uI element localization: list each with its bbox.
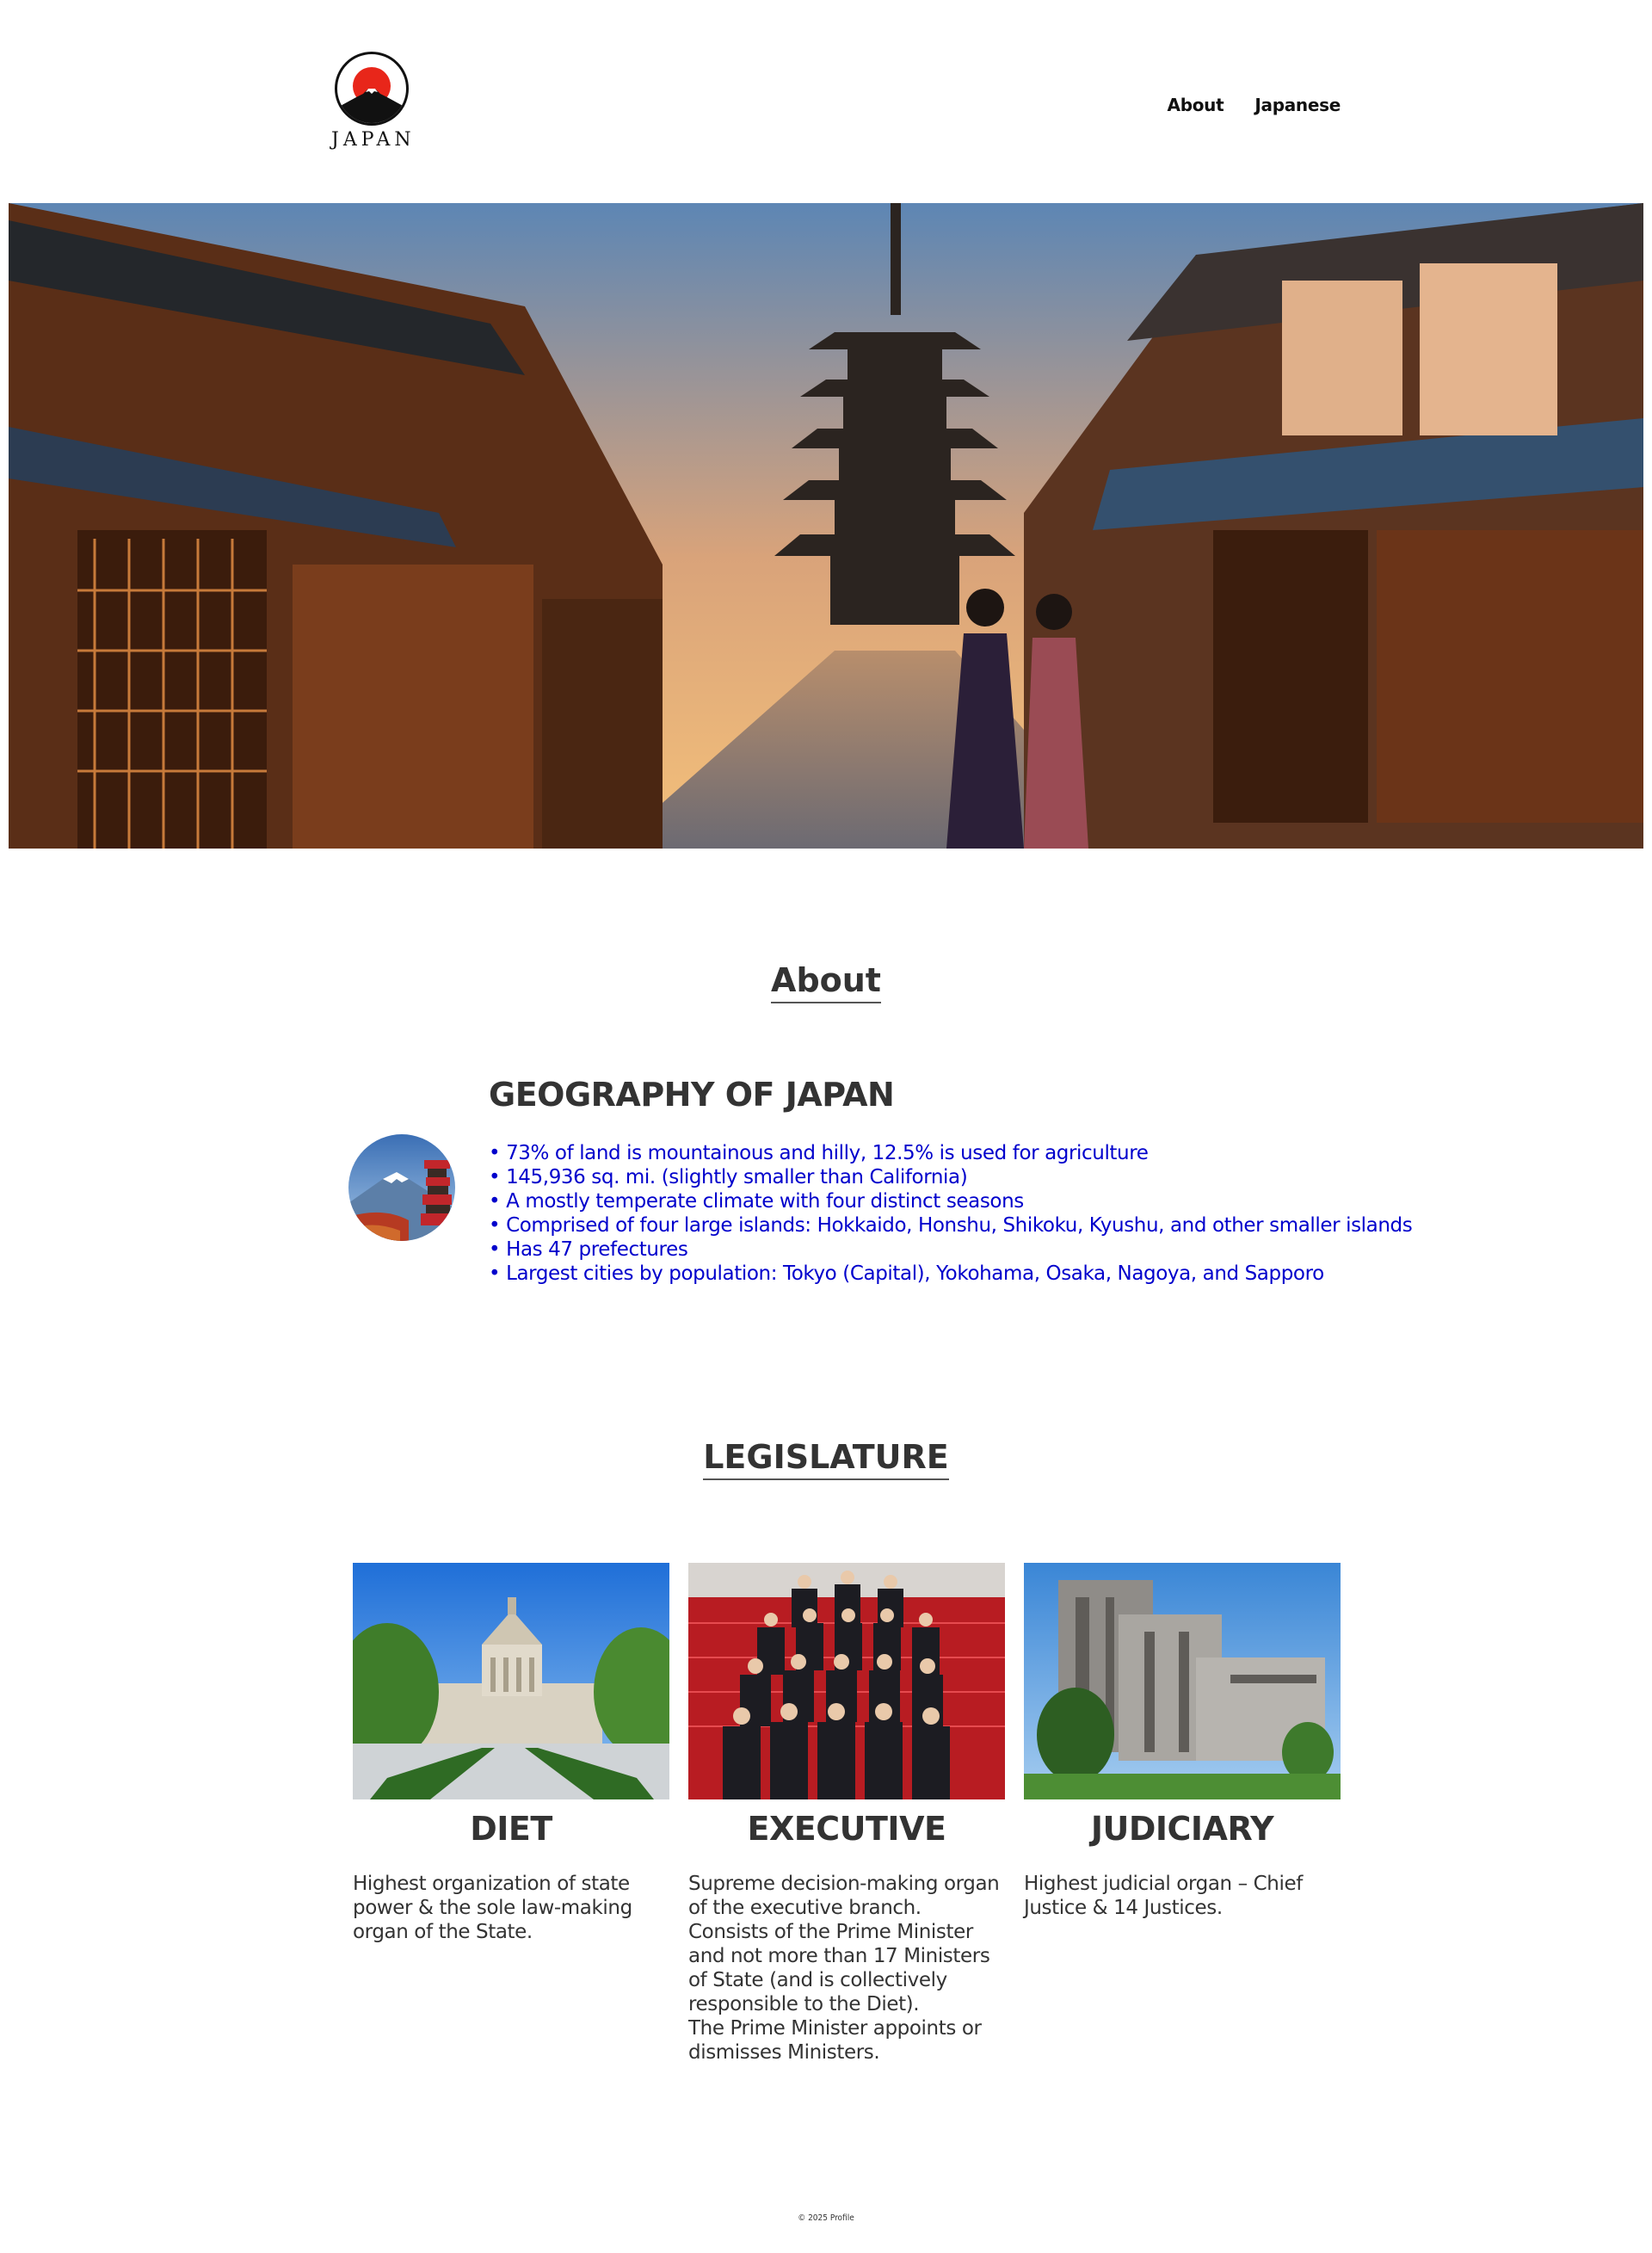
list-item: • Comprised of four large islands: Hokka… <box>489 1214 1413 1237</box>
logo-wordmark: JAPAN <box>331 129 416 151</box>
geography-facts-list: • 73% of land is mountainous and hilly, … <box>489 1141 1413 1286</box>
about-heading: About <box>771 961 881 1003</box>
main-nav: About Japanese <box>1168 95 1341 115</box>
diet-line: Highest organization of state power & th… <box>353 1873 632 1943</box>
site-header: JAPAN About Japanese <box>0 0 1652 203</box>
site-footer: © 2025 Profile <box>0 2213 1652 2223</box>
executive-line: Consists of the Prime Minister and not m… <box>688 1921 990 2015</box>
judiciary-description: Highest judicial organ – Chief Justice &… <box>1024 1872 1341 1920</box>
executive-title: EXECUTIVE <box>747 1810 946 1848</box>
diet-description: Highest organization of state power & th… <box>353 1872 669 1944</box>
supreme-court-building-photo <box>1024 1563 1341 1799</box>
diet-title: DIET <box>470 1810 552 1848</box>
nav-link-japanese[interactable]: Japanese <box>1254 95 1341 115</box>
executive-line: The Prime Minister appoints or dismisses… <box>688 2017 982 2064</box>
list-item: • 73% of land is mountainous and hilly, … <box>489 1142 1149 1164</box>
hero-image <box>9 203 1643 849</box>
diet-card: DIET Highest organization of state power… <box>353 1563 669 1944</box>
copyright-text: © 2025 Profile <box>798 2213 854 2223</box>
about-section-title: About <box>0 961 1652 1003</box>
judiciary-card: JUDICIARY Highest judicial organ – Chief… <box>1024 1563 1341 1920</box>
judiciary-title: JUDICIARY <box>1090 1810 1274 1848</box>
executive-description: Supreme decision-making organ of the exe… <box>688 1872 1005 2065</box>
executive-card: EXECUTIVE Supreme decision-making organ … <box>688 1563 1005 2065</box>
legislature-section-title: LEGISLATURE <box>0 1438 1652 1480</box>
list-item: • Has 47 prefectures <box>489 1238 688 1261</box>
national-diet-building-photo <box>353 1563 669 1799</box>
cabinet-group-photo <box>688 1563 1005 1799</box>
judiciary-line: Highest judicial organ – Chief Justice &… <box>1024 1873 1303 1919</box>
executive-line: Supreme decision-making organ of the exe… <box>688 1873 1000 1919</box>
nav-link-about[interactable]: About <box>1168 95 1224 115</box>
list-item: • 145,936 sq. mi. (slightly smaller than… <box>489 1166 968 1188</box>
mount-fuji-pagoda-photo <box>348 1134 455 1241</box>
list-item: • Largest cities by population: Tokyo (C… <box>489 1262 1324 1285</box>
mount-fuji-rising-sun-icon <box>335 52 409 126</box>
site-logo[interactable]: JAPAN <box>331 48 417 158</box>
list-item: • A mostly temperate climate with four d… <box>489 1190 1024 1213</box>
geography-heading: GEOGRAPHY OF JAPAN <box>489 1076 895 1114</box>
legislature-heading: LEGISLATURE <box>703 1438 949 1480</box>
